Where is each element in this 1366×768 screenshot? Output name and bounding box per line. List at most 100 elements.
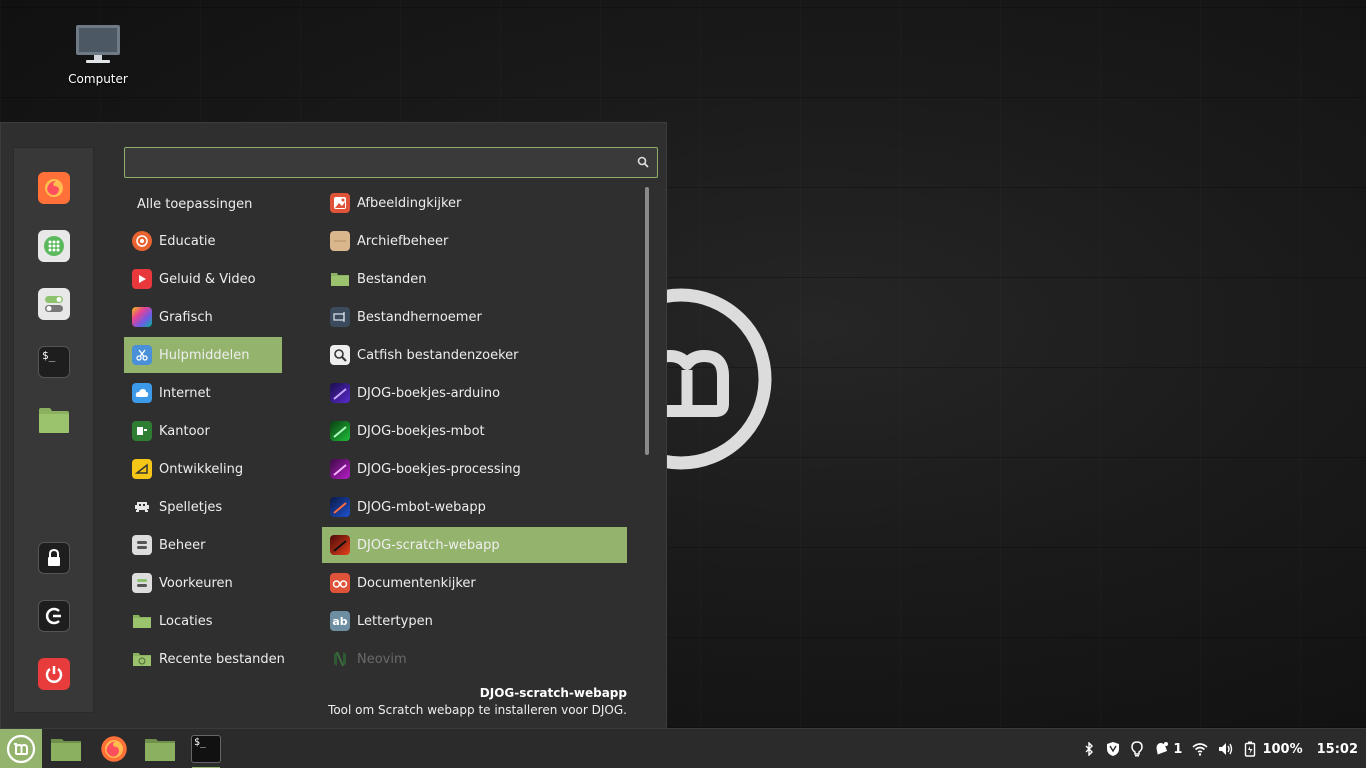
app-label: Catfish bestandenzoeker xyxy=(357,347,519,363)
bluetooth-icon[interactable] xyxy=(1083,742,1095,756)
app-list-scrollbar[interactable] xyxy=(645,187,649,455)
category-educatie[interactable]: Educatie xyxy=(124,223,282,259)
category-geluid-video[interactable]: Geluid & Video xyxy=(124,261,282,297)
favorite-software-manager[interactable] xyxy=(38,230,70,262)
system-tray: 1 100% 15:02 xyxy=(1083,729,1358,768)
search-icon[interactable] xyxy=(637,156,649,168)
admin-icon xyxy=(132,535,152,555)
app-label: DJOG-boekjes-processing xyxy=(357,461,521,477)
logout-icon xyxy=(45,607,61,625)
app-djog-scratch-webapp[interactable]: DJOG-scratch-webapp xyxy=(322,527,627,563)
computer-icon xyxy=(76,25,120,63)
neovim-icon xyxy=(330,649,350,669)
menu-button[interactable] xyxy=(0,729,42,768)
graphics-icon xyxy=(132,307,152,327)
app-label: DJOG-mbot-webapp xyxy=(357,499,486,515)
category-recente-bestanden[interactable]: Recente bestanden xyxy=(124,641,285,677)
terminal-icon: $_ xyxy=(191,735,221,763)
office-icon xyxy=(132,421,152,441)
app-documentenkijker[interactable]: Documentenkijker xyxy=(322,565,627,601)
redshift-icon[interactable] xyxy=(1131,741,1144,757)
app-bestandhernoemer[interactable]: Bestandhernoemer xyxy=(322,299,627,335)
battery-icon xyxy=(1245,741,1256,757)
favorite-shutdown[interactable] xyxy=(38,658,70,690)
category-label: Spelletjes xyxy=(159,499,223,515)
djog-processing-icon xyxy=(330,459,350,479)
favorites-bar: $_ xyxy=(13,147,94,713)
category-hulpmiddelen[interactable]: Hulpmiddelen xyxy=(124,337,282,373)
app-djog-boekjes-processing[interactable]: DJOG-boekjes-processing xyxy=(322,451,627,487)
app-djog-boekjes-mbot[interactable]: DJOG-boekjes-mbot xyxy=(322,413,627,449)
app-djog-boekjes-arduino[interactable]: DJOG-boekjes-arduino xyxy=(322,375,627,411)
taskbar-files[interactable] xyxy=(138,729,182,768)
favorite-lock-screen[interactable] xyxy=(38,542,70,574)
terminal-icon: $_ xyxy=(42,349,56,362)
category-label: Hulpmiddelen xyxy=(159,347,250,363)
document-viewer-icon xyxy=(330,573,350,593)
app-label: Neovim xyxy=(357,651,407,667)
category-kantoor[interactable]: Kantoor xyxy=(124,413,282,449)
app-afbeeldingkijker[interactable]: Afbeeldingkijker xyxy=(322,185,627,221)
favorite-files[interactable] xyxy=(38,404,70,436)
app-description-text: Tool om Scratch webapp te installeren vo… xyxy=(328,703,627,717)
app-label: Bestanden xyxy=(357,271,427,287)
category-locaties[interactable]: Locaties xyxy=(124,603,282,639)
category-ontwikkeling[interactable]: Ontwikkeling xyxy=(124,451,282,487)
category-voorkeuren[interactable]: Voorkeuren xyxy=(124,565,282,601)
app-lettertypen[interactable]: ab Lettertypen xyxy=(322,603,627,639)
search-input[interactable] xyxy=(125,148,625,177)
folder-icon xyxy=(39,408,69,433)
cloud-icon xyxy=(132,383,152,403)
grid-icon xyxy=(44,236,64,256)
favorite-logout[interactable] xyxy=(38,600,70,632)
taskbar-firefox[interactable] xyxy=(92,729,136,768)
folder-icon xyxy=(330,269,350,289)
category-grafisch[interactable]: Grafisch xyxy=(124,299,282,335)
djog-webapp-icon xyxy=(330,497,350,517)
app-djog-mbot-webapp[interactable]: DJOG-mbot-webapp xyxy=(322,489,627,525)
start-menu: $_ Alle toepassingen Educatie Geluid & V… xyxy=(0,122,667,728)
taskbar-show-desktop[interactable] xyxy=(44,729,88,768)
category-internet[interactable]: Internet xyxy=(124,375,282,411)
app-label: Lettertypen xyxy=(357,613,433,629)
battery-percentage: 100% xyxy=(1262,741,1303,757)
category-spelletjes[interactable]: Spelletjes xyxy=(124,489,282,525)
taskbar-terminal[interactable]: $_ xyxy=(184,729,228,768)
image-viewer-icon xyxy=(330,193,350,213)
category-all[interactable]: Alle toepassingen xyxy=(137,197,252,212)
app-bestanden[interactable]: Bestanden xyxy=(322,261,627,297)
invader-icon xyxy=(132,497,152,517)
favorite-terminal[interactable]: $_ xyxy=(38,346,70,378)
firefox-icon xyxy=(101,736,127,762)
category-label: Grafisch xyxy=(159,309,213,325)
app-label: DJOG-scratch-webapp xyxy=(357,537,500,553)
category-label: Geluid & Video xyxy=(159,271,256,287)
app-catfish[interactable]: Catfish bestandenzoeker xyxy=(322,337,627,373)
app-archiefbeheer[interactable]: Archiefbeheer xyxy=(322,223,627,259)
app-neovim[interactable]: Neovim xyxy=(322,641,627,677)
scissors-icon xyxy=(132,345,152,365)
favorite-firefox[interactable] xyxy=(38,172,70,204)
shield-icon[interactable] xyxy=(1105,741,1121,757)
djog-mbot-icon xyxy=(330,421,350,441)
play-icon xyxy=(132,269,152,289)
volume-icon[interactable] xyxy=(1218,742,1234,756)
renamer-icon xyxy=(330,307,350,327)
djog-scratch-icon xyxy=(330,535,350,555)
search-box[interactable] xyxy=(124,147,658,178)
archive-icon xyxy=(330,231,350,251)
toggle-icon xyxy=(45,296,63,312)
folder-icon xyxy=(145,739,175,761)
category-label: Locaties xyxy=(159,613,213,629)
development-icon xyxy=(132,459,152,479)
wifi-icon[interactable] xyxy=(1192,742,1208,756)
desktop-icon-computer[interactable]: Computer xyxy=(58,24,138,86)
app-label: DJOG-boekjes-mbot xyxy=(357,423,485,439)
battery-status[interactable]: 100% xyxy=(1244,741,1303,757)
taskbar: $_ 1 100% 15:02 xyxy=(0,728,1366,768)
category-beheer[interactable]: Beheer xyxy=(124,527,282,563)
category-label: Beheer xyxy=(159,537,206,553)
clock[interactable]: 15:02 xyxy=(1317,742,1358,757)
notifications-icon[interactable]: 1 xyxy=(1153,741,1182,757)
favorite-settings[interactable] xyxy=(38,288,70,320)
